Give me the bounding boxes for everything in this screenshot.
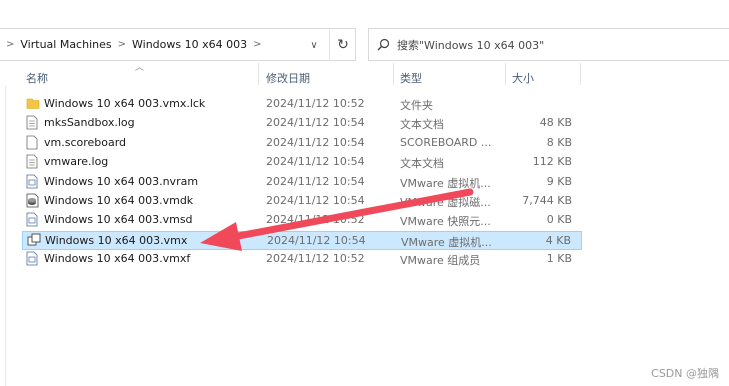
file-size: 4 KB (545, 233, 571, 247)
vmx-config-icon (27, 233, 41, 249)
file-size: 48 KB (539, 116, 572, 130)
address-bar[interactable]: > Virtual Machines > Windows 10 x64 003 … (0, 28, 356, 61)
search-placeholder: 搜索"Windows 10 x64 003" (397, 38, 545, 52)
search-icon (369, 38, 397, 51)
file-name: vm.scoreboard (44, 135, 127, 149)
folder-icon (26, 96, 40, 112)
file-name: mksSandbox.log (44, 116, 135, 130)
file-date: 2024/11/12 10:54 (266, 174, 365, 188)
column-divider[interactable] (258, 63, 259, 85)
sort-ascending-icon: ︿ (135, 63, 145, 73)
chevron-right-icon: > (117, 39, 126, 50)
file-name: Windows 10 x64 003.vmxf (44, 252, 191, 266)
column-header-name[interactable]: 名称 (26, 70, 48, 86)
file-name: Windows 10 x64 003.nvram (44, 174, 199, 188)
file-icon (26, 135, 40, 151)
file-row[interactable]: Windows 10 x64 003.vmx.lck 2024/11/12 10… (22, 95, 582, 114)
refresh-icon: ↻ (337, 36, 349, 53)
file-type: 文本文档 (400, 157, 444, 171)
refresh-button[interactable]: ↻ (329, 28, 356, 61)
watermark: CSDN @独隅 (651, 367, 719, 380)
file-type: VMware 虚拟机... (400, 176, 491, 190)
title-strip (0, 0, 729, 28)
file-size: 7,744 KB (522, 193, 572, 207)
file-date: 2024/11/12 10:54 (266, 193, 365, 207)
file-type: 文件夹 (400, 99, 433, 112)
file-row[interactable]: Windows 10 x64 003.vmxf 2024/11/12 10:52… (22, 250, 582, 269)
file-date: 2024/11/12 10:52 (266, 252, 365, 266)
file-date: 2024/11/12 10:52 (266, 97, 365, 110)
breadcrumb-virtual-machines[interactable]: Virtual Machines (20, 38, 111, 51)
file-date: 2024/11/12 10:54 (267, 233, 366, 247)
file-name: Windows 10 x64 003.vmsd (44, 213, 193, 227)
file-name: Windows 10 x64 003.vmx.lck (44, 97, 206, 110)
file-row[interactable]: Windows 10 x64 003.nvram 2024/11/12 10:5… (22, 173, 582, 192)
file-date: 2024/11/12 10:54 (266, 155, 365, 169)
chevron-down-icon[interactable]: ∨ (306, 37, 322, 53)
file-date: 2024/11/12 10:54 (266, 135, 365, 149)
column-divider[interactable] (580, 63, 581, 85)
file-name: vmware.log (44, 155, 109, 169)
file-type: SCOREBOARD ... (400, 135, 492, 149)
file-type: VMware 虚拟机... (401, 235, 492, 249)
pane-divider (5, 86, 6, 386)
text-file-icon (26, 154, 40, 170)
file-size: 1 KB (546, 252, 572, 266)
file-row[interactable]: Windows 10 x64 003.vmsd 2024/11/12 10:52… (22, 211, 582, 230)
column-header-date[interactable]: 修改日期 (266, 70, 310, 86)
vmware-file-icon (26, 251, 40, 267)
file-type: VMware 组成员 (400, 254, 481, 268)
file-row-selected[interactable]: Windows 10 x64 003.vmx 2024/11/12 10:54 … (22, 230, 582, 251)
file-type: 文本文档 (400, 118, 444, 132)
file-name: Windows 10 x64 003.vmdk (44, 193, 194, 207)
vmware-file-icon (26, 212, 40, 228)
file-type: VMware 快照元... (400, 215, 491, 229)
file-size: 8 KB (546, 135, 572, 149)
column-divider[interactable] (393, 63, 394, 85)
search-input[interactable]: 搜索"Windows 10 x64 003" (368, 28, 729, 61)
file-size: 9 KB (546, 174, 572, 188)
column-header-size[interactable]: 大小 (512, 70, 534, 86)
file-date: 2024/11/12 10:54 (266, 116, 365, 130)
file-list: Windows 10 x64 003.vmx.lck 2024/11/12 10… (22, 95, 582, 270)
file-row[interactable]: mksSandbox.log 2024/11/12 10:54 文本文档 48 … (22, 114, 582, 133)
file-size: 112 KB (532, 155, 572, 169)
column-divider[interactable] (505, 63, 506, 85)
vmware-file-icon (26, 174, 40, 190)
chevron-right-icon: > (253, 39, 262, 50)
file-row[interactable]: Windows 10 x64 003.vmdk 2024/11/12 10:54… (22, 192, 582, 211)
file-size: 0 KB (546, 213, 572, 227)
vmdk-disk-icon (26, 193, 40, 209)
chevron-right-icon: > (6, 39, 15, 50)
breadcrumb-current-folder[interactable]: Windows 10 x64 003 (132, 38, 247, 51)
file-type: VMware 虚拟磁... (400, 195, 491, 209)
column-header-type[interactable]: 类型 (400, 70, 422, 86)
file-date: 2024/11/12 10:52 (266, 213, 365, 227)
file-row[interactable]: vmware.log 2024/11/12 10:54 文本文档 112 KB (22, 153, 582, 172)
file-name: Windows 10 x64 003.vmx (45, 233, 188, 247)
text-file-icon (26, 115, 40, 131)
file-row[interactable]: vm.scoreboard 2024/11/12 10:54 SCOREBOAR… (22, 134, 582, 153)
